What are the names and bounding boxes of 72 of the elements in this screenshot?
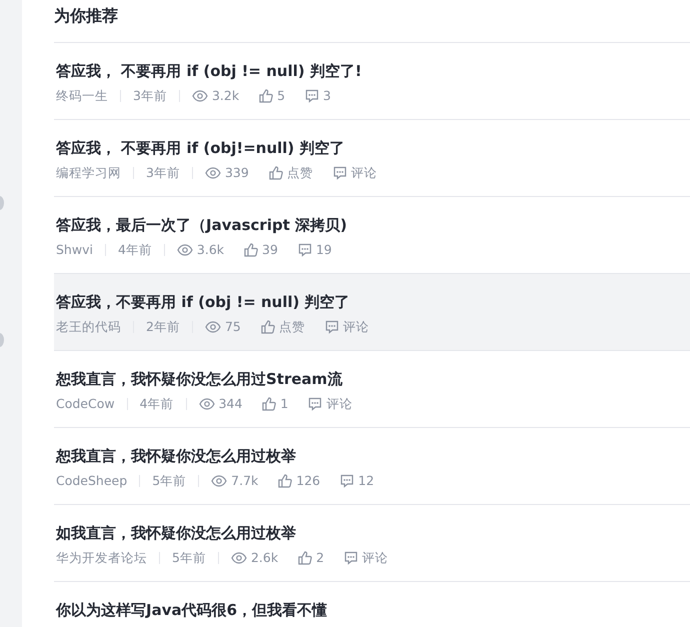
author-name[interactable]: 华为开发者论坛 [56,549,147,567]
comment-count[interactable]: 评论 [362,549,388,567]
article-item[interactable]: 恕我直言，我怀疑你没怎么用过枚举 CodeSheep 5年前 7.7k 126 12 [54,427,690,504]
article-title[interactable]: 答应我， 不要再用 if (obj != null) 判空了! [56,60,690,82]
author-name[interactable]: 编程学习网 [56,164,121,182]
author-name[interactable]: 老王的代码 [56,318,121,336]
post-time: 4年前 [140,395,174,413]
like-count[interactable]: 1 [280,395,288,413]
article-item[interactable]: 答应我，不要再用 if (obj != null) 判空了 老王的代码 2年前 75 点赞 评论 [54,273,690,350]
comment-count[interactable]: 3 [323,87,331,105]
author-name[interactable]: CodeCow [56,395,115,413]
article-title[interactable]: 恕我直言，我怀疑你没怎么用过枚举 [56,445,690,467]
thumbs-up-icon [260,320,275,334]
thumbs-up-icon [262,397,276,411]
post-time: 5年前 [152,472,186,490]
like-count[interactable]: 点赞 [286,164,313,182]
section-title: 为你推荐 [54,5,119,27]
article-title[interactable]: 答应我，不要再用 if (obj != null) 判空了 [56,291,690,313]
post-time: 5年前 [172,549,206,567]
article-item[interactable]: 你以为这样写Java代码很6，但我看不懂 [54,581,690,627]
thumbs-up-icon [268,166,283,180]
comment-icon [332,166,347,180]
article-title[interactable]: 你以为这样写Java代码很6，但我看不懂 [56,599,690,621]
author-name[interactable]: 终码一生 [56,87,108,105]
author-name[interactable]: CodeSheep [56,472,128,490]
article-title[interactable]: 答应我， 不要再用 if (obj!=null) 判空了 [56,137,690,159]
comment-count[interactable]: 评论 [342,318,369,336]
like-count[interactable]: 126 [296,472,320,490]
view-count: 2.6k [250,549,278,567]
thumbs-up-icon [298,551,312,565]
eye-icon [204,167,221,179]
like-count[interactable]: 39 [262,241,278,259]
comment-icon [340,474,354,488]
article-item[interactable]: 答应我， 不要再用 if (obj != null) 判空了! 终码一生 3年前 3.2k 5 3 [54,42,690,119]
comment-count[interactable]: 19 [316,241,332,259]
comment-icon [344,551,358,565]
post-time: 3年前 [133,87,167,105]
article-title[interactable]: 答应我，最后一次了（Javascript 深拷贝) [56,214,690,236]
article-item[interactable]: 恕我直言，我怀疑你没怎么用过Stream流 CodeCow 4年前 344 1 评论 [54,350,690,427]
article-item[interactable]: 如我直言，我怀疑你没怎么用过枚举 华为开发者论坛 5年前 2.6k 2 评论 [54,504,690,581]
thumbs-up-icon [278,474,292,488]
comment-icon [298,243,312,257]
post-time: 3年前 [146,164,180,182]
eye-icon [230,552,247,564]
article-title[interactable]: 恕我直言，我怀疑你没怎么用过Stream流 [56,368,690,390]
view-count: 3.2k [212,87,240,105]
author-name[interactable]: Shwvi [56,241,93,259]
eye-icon [198,398,215,410]
like-count[interactable]: 5 [277,87,286,105]
comment-count[interactable]: 评论 [350,164,377,182]
comment-icon [324,320,339,334]
like-count[interactable]: 点赞 [278,318,305,336]
like-count[interactable]: 2 [316,549,324,567]
eye-icon [211,475,228,487]
view-count: 75 [224,318,241,336]
view-count: 3.6k [196,241,224,259]
comment-count[interactable]: 评论 [326,395,352,413]
comment-icon [305,89,320,103]
eye-icon [192,90,208,102]
thumbs-up-icon [259,89,274,103]
view-count: 339 [224,164,249,182]
thumbs-up-icon [244,243,258,257]
comment-icon [308,397,322,411]
post-time: 4年前 [118,241,152,259]
eye-icon [204,321,221,333]
comment-count[interactable]: 12 [358,472,374,490]
eye-icon [176,244,193,256]
view-count: 344 [218,395,242,413]
article-title[interactable]: 如我直言，我怀疑你没怎么用过枚举 [56,522,690,544]
post-time: 2年前 [146,318,180,336]
article-item[interactable]: 答应我， 不要再用 if (obj!=null) 判空了 编程学习网 3年前 339 点赞 评论 [54,119,690,196]
view-count: 7.7k [231,472,258,490]
